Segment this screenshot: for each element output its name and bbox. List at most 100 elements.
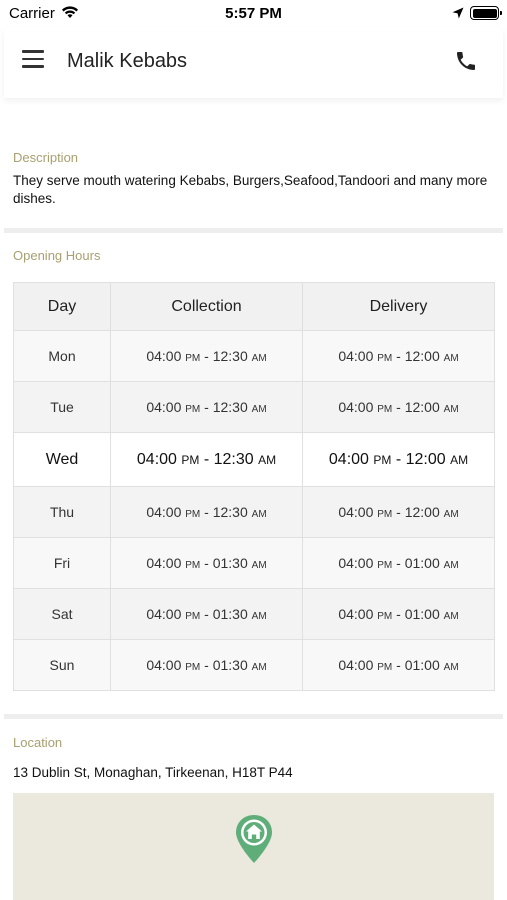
time-separator: - — [392, 657, 405, 673]
ampm-label: PM — [185, 611, 201, 622]
address-text: 13 Dublin St, Monaghan, Tirkeenan, H18T … — [13, 765, 293, 780]
ampm-label: PM — [377, 353, 393, 364]
description-text: They serve mouth watering Kebabs, Burger… — [13, 173, 488, 206]
description-label: Description — [13, 150, 79, 165]
time-value: 01:30 — [212, 606, 248, 622]
delivery-hours-cell: 04:00 PM - 12:00 AM — [302, 330, 495, 382]
time-value: 04:00 — [146, 504, 182, 520]
ampm-label: AM — [450, 452, 469, 467]
phone-icon[interactable] — [454, 49, 480, 75]
time-value: 01:30 — [212, 657, 248, 673]
section-divider — [4, 228, 503, 233]
time-separator: - — [392, 504, 405, 520]
time-separator: - — [392, 348, 405, 364]
collection-hours-cell: 04:00 PM - 01:30 AM — [110, 537, 303, 589]
ampm-label: PM — [185, 404, 201, 415]
delivery-hours-cell: 04:00 PM - 01:00 AM — [302, 639, 495, 691]
time-value: 12:30 — [212, 504, 248, 520]
time-value: 12:30 — [212, 348, 248, 364]
delivery-hours-cell: 04:00 PM - 12:00 AM — [302, 381, 495, 433]
ampm-label: PM — [181, 452, 200, 467]
status-time: 5:57 PM — [225, 5, 282, 22]
ampm-label: AM — [443, 404, 459, 415]
ampm-label: AM — [251, 611, 267, 622]
time-value: 12:30 — [212, 399, 248, 415]
time-value: 04:00 — [338, 606, 374, 622]
time-value: 04:00 — [328, 450, 369, 468]
ampm-label: PM — [373, 452, 392, 467]
section-divider — [4, 714, 503, 719]
collection-hours-cell: 04:00 PM - 12:30 AM — [110, 381, 303, 433]
time-separator: - — [392, 555, 405, 571]
delivery-hours-cell: 04:00 PM - 12:00 AM — [302, 432, 495, 487]
collection-hours-cell: 04:00 PM - 12:30 AM — [110, 486, 303, 538]
ampm-label: AM — [443, 509, 459, 520]
day-cell: Fri — [13, 537, 111, 589]
collection-hours-cell: 04:00 PM - 01:30 AM — [110, 588, 303, 640]
battery-icon — [470, 6, 502, 20]
time-value: 04:00 — [136, 450, 177, 468]
day-cell: Sun — [13, 639, 111, 691]
ampm-label: AM — [443, 611, 459, 622]
hamburger-menu-icon[interactable] — [22, 50, 46, 72]
time-value: 04:00 — [338, 504, 374, 520]
time-separator: - — [199, 450, 214, 468]
day-cell: Sat — [13, 588, 111, 640]
table-row: Mon 04:00 PM - 12:30 AM 04:00 PM - 12:00 A… — [13, 330, 495, 382]
ampm-label: PM — [377, 611, 393, 622]
table-row: Thu 04:00 PM - 12:30 AM 04:00 PM - 12:00 A… — [13, 486, 495, 538]
delivery-hours-cell: 04:00 PM - 01:00 AM — [302, 588, 495, 640]
time-value: 04:00 — [146, 348, 182, 364]
day-cell: Thu — [13, 486, 111, 538]
table-header-row: Day Collection Delivery — [13, 282, 495, 331]
time-value: 04:00 — [146, 606, 182, 622]
ampm-label: AM — [251, 662, 267, 673]
status-bar: Carrier 5:57 PM — [0, 0, 507, 28]
time-value: 12:00 — [404, 348, 440, 364]
table-row: Sat 04:00 PM - 01:30 AM 04:00 PM - 01:00 A… — [13, 588, 495, 640]
column-header-day: Day — [13, 282, 111, 331]
time-value: 04:00 — [146, 399, 182, 415]
ampm-label: PM — [185, 662, 201, 673]
time-value: 04:00 — [146, 657, 182, 673]
time-separator: - — [392, 606, 405, 622]
ampm-label: AM — [251, 353, 267, 364]
time-value: 04:00 — [338, 657, 374, 673]
location-label: Location — [13, 735, 63, 750]
time-separator: - — [392, 399, 405, 415]
time-value: 04:00 — [146, 555, 182, 571]
map-pin-home-icon[interactable] — [234, 813, 274, 865]
day-cell: Tue — [13, 381, 111, 433]
day-cell: Wed — [13, 432, 111, 487]
time-value: 01:00 — [404, 555, 440, 571]
ampm-label: AM — [251, 560, 267, 571]
ampm-label: PM — [377, 560, 393, 571]
time-value: 12:00 — [404, 504, 440, 520]
time-separator: - — [200, 555, 213, 571]
collection-hours-cell: 04:00 PM - 01:30 AM — [110, 639, 303, 691]
time-separator: - — [200, 606, 213, 622]
time-value: 12:00 — [405, 450, 446, 468]
ampm-label: AM — [251, 404, 267, 415]
location-map[interactable] — [13, 793, 494, 900]
delivery-hours-cell: 04:00 PM - 01:00 AM — [302, 537, 495, 589]
time-value: 12:30 — [213, 450, 254, 468]
ampm-label: PM — [377, 509, 393, 520]
app-header: Malik Kebabs — [4, 28, 503, 98]
delivery-hours-cell: 04:00 PM - 12:00 AM — [302, 486, 495, 538]
ampm-label: AM — [443, 353, 459, 364]
table-row: Wed 04:00 PM - 12:30 AM 04:00 PM - 12:00 A… — [13, 432, 495, 487]
ampm-label: PM — [185, 353, 201, 364]
ampm-label: PM — [377, 662, 393, 673]
table-row: Fri 04:00 PM - 01:30 AM 04:00 PM - 01:00 A… — [13, 537, 495, 589]
ampm-label: AM — [443, 662, 459, 673]
time-value: 01:00 — [404, 657, 440, 673]
ampm-label: AM — [251, 509, 267, 520]
time-separator: - — [200, 348, 213, 364]
collection-hours-cell: 04:00 PM - 12:30 AM — [110, 330, 303, 382]
time-separator: - — [200, 399, 213, 415]
column-header-collection: Collection — [110, 282, 303, 331]
collection-hours-cell: 04:00 PM - 12:30 AM — [110, 432, 303, 487]
time-separator: - — [200, 657, 213, 673]
table-row: Tue 04:00 PM - 12:30 AM 04:00 PM - 12:00 A… — [13, 381, 495, 433]
